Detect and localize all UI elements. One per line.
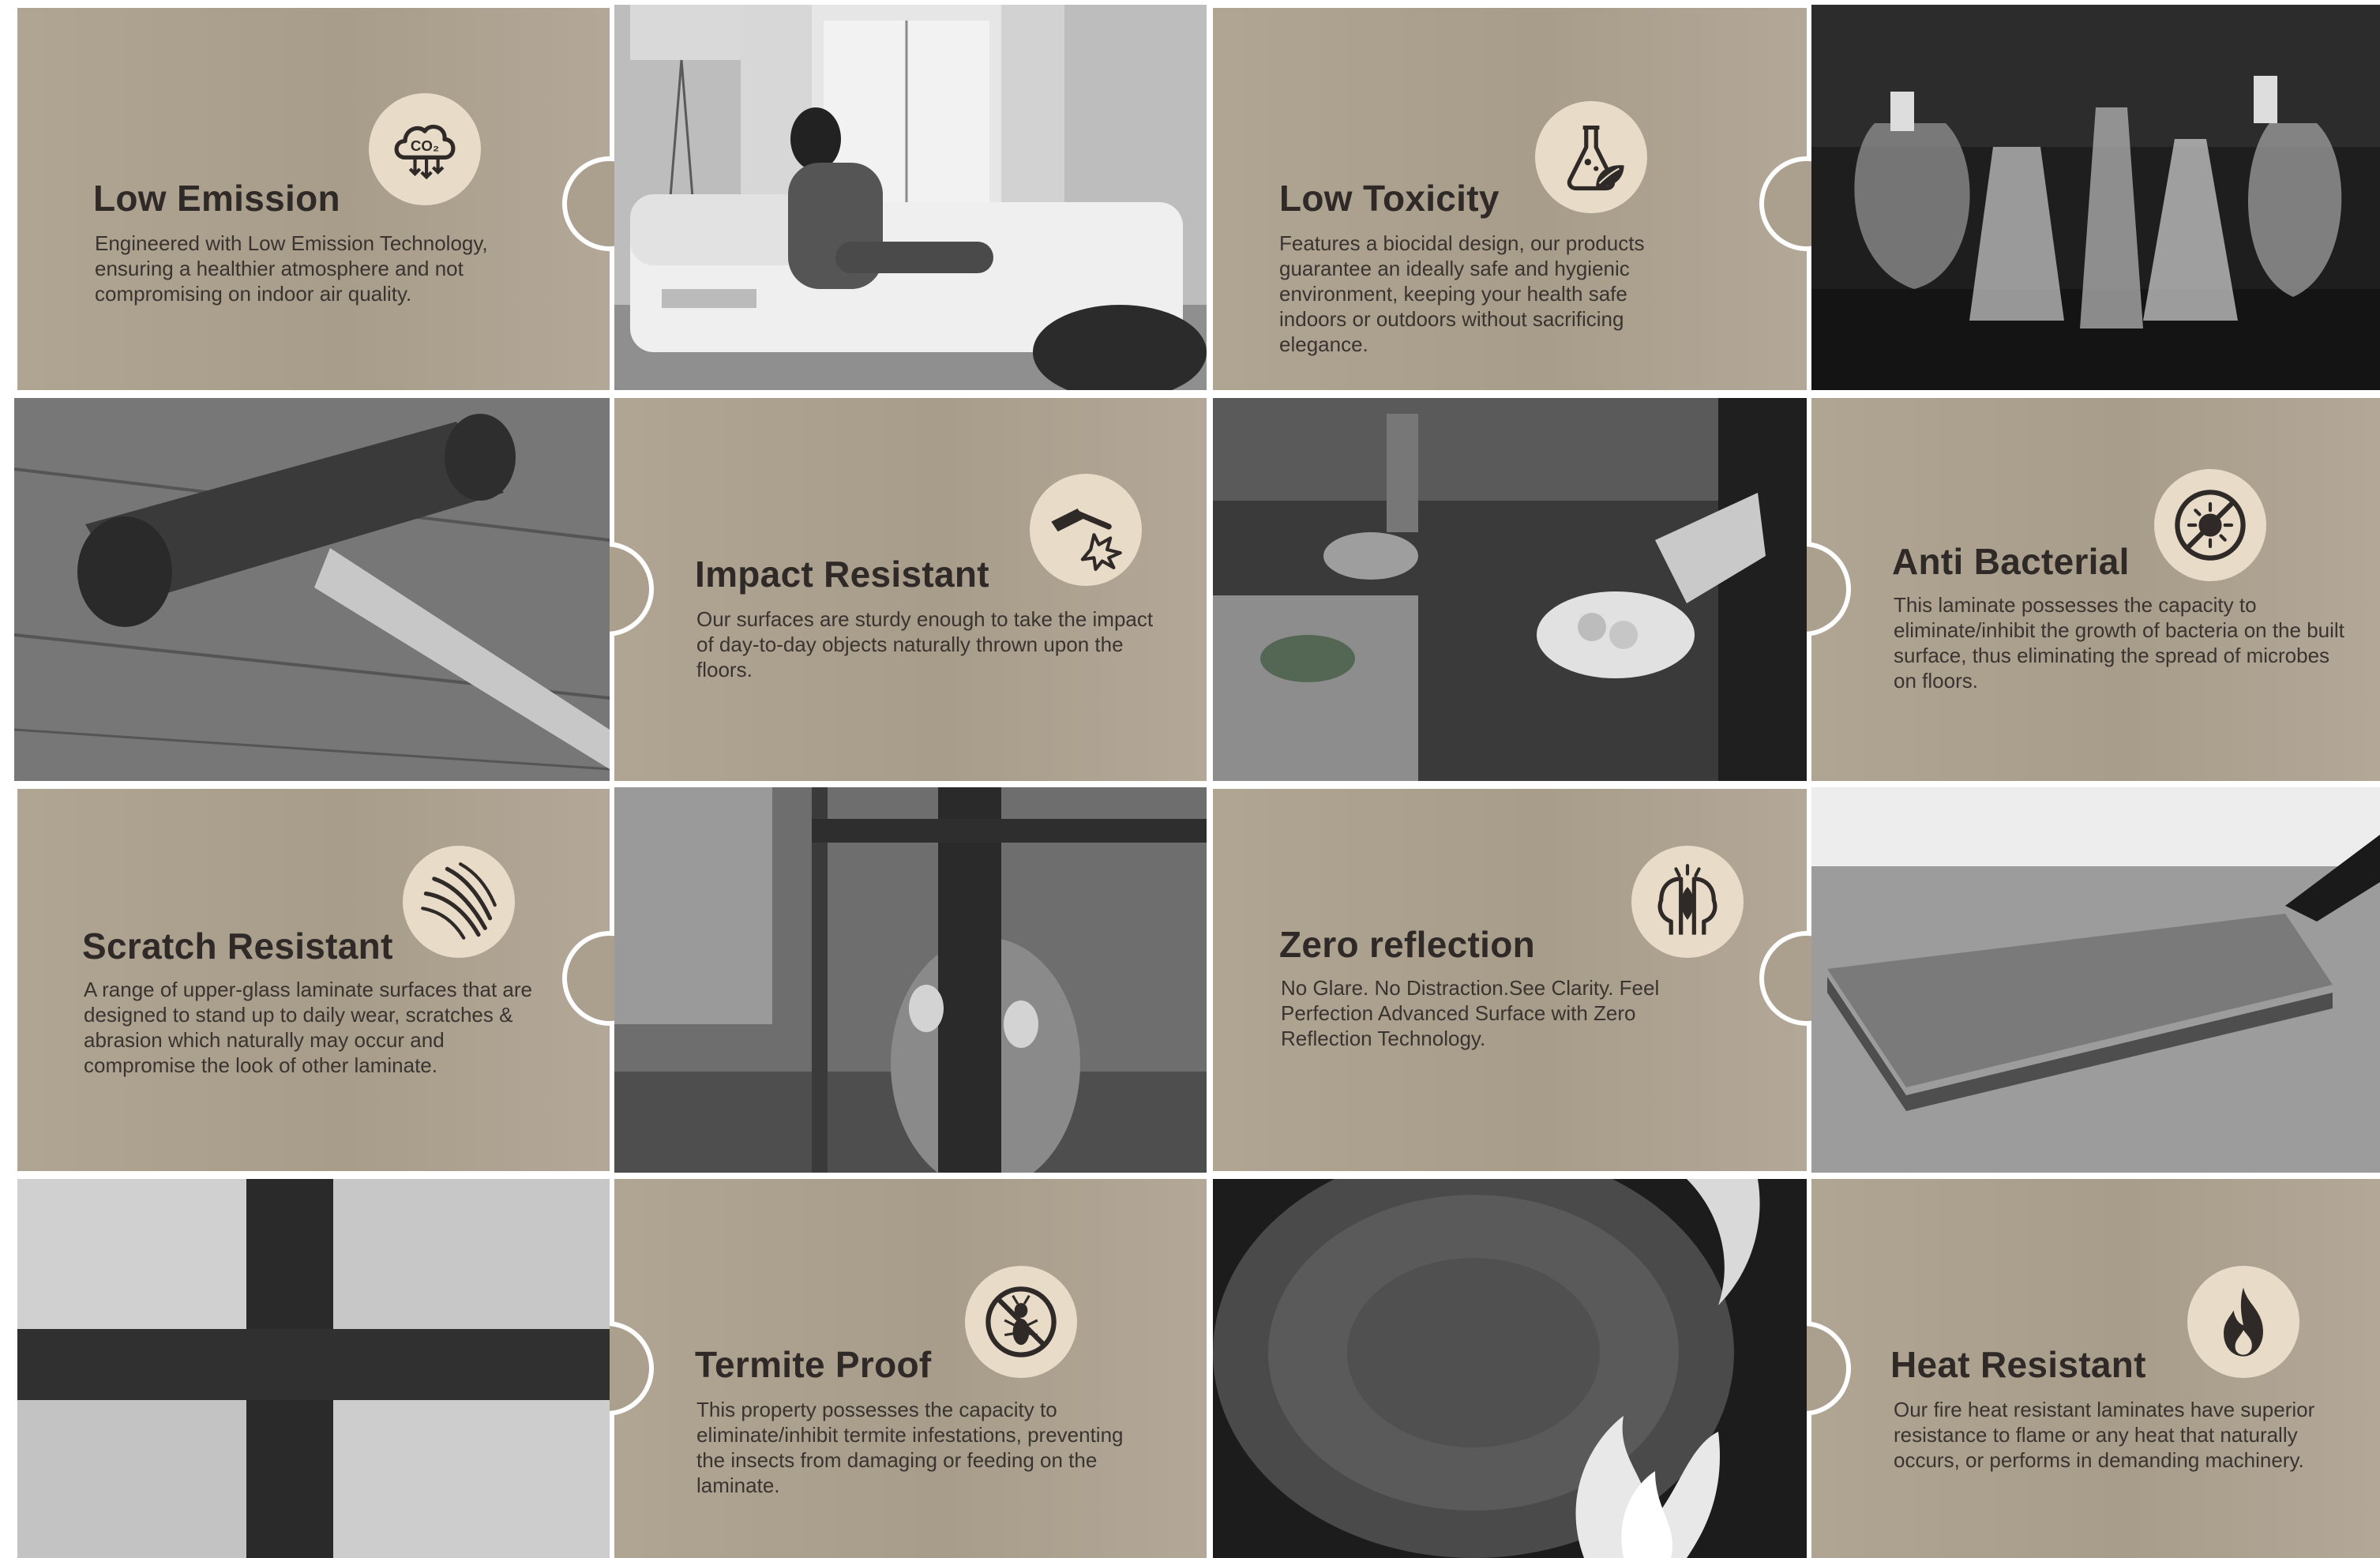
feature-title: Scratch Resistant [82,925,393,967]
cat-scratching-table-leg-image [614,787,1207,1173]
feature-description: Engineered with Low Emission Technology,… [95,231,488,306]
woman-on-sofa-image [614,5,1207,390]
feature-description: This property possesses the capacity to … [696,1398,1124,1497]
no-bacteria-icon [2154,469,2266,581]
feature-title: Anti Bacterial [1892,541,2130,582]
flame-icon-graphic [2224,1287,2263,1357]
feature-description: Features a biocidal design, our products… [1279,231,1645,356]
feature-title: Heat Resistant [1890,1344,2146,1385]
feature-panel-heat-resistant: Heat Resistant Our fire heat resistant l… [1756,1179,2380,1558]
cat-scratching-table-leg-photo [614,787,1207,1173]
mind-clarity-icon [1631,846,1744,958]
feature-title: Zero reflection [1279,924,1536,965]
no-bacteria-icon-graphic [2175,490,2246,561]
feature-grid: CO₂ Low Emission Engineered with Low Emi… [0,0,2380,1558]
feature-panel-low-emission: CO₂ Low Emission Engineered with Low Emi… [17,8,657,390]
termite-damaged-window-photo [17,1179,610,1558]
flask-leaf-icon-graphic [1567,125,1624,191]
feature-description: A range of upper-glass laminate surfaces… [84,978,532,1077]
flame-icon [2187,1266,2299,1378]
chef-plating-image [1213,398,1807,781]
co2-cloud-icon: CO₂ [369,93,481,205]
burning-log-image [1213,1179,1807,1558]
co2-label: CO₂ [411,137,439,154]
co2-cloud-icon-graphic: CO₂ [394,124,456,180]
feature-title: Low Emission [93,178,340,219]
feature-title: Impact Resistant [695,554,989,595]
claw-scratch-icon-graphic [421,862,497,940]
hammer-impact-icon [1030,474,1142,586]
feature-panel-low-toxicity: Low Toxicity Features a biocidal design,… [1213,8,1854,390]
laminate-planks-image [1811,787,2380,1173]
feature-panel-termite-proof: Termite Proof This property possesses th… [559,1179,1207,1558]
flask-leaf-icon [1535,101,1647,213]
feature-panel-impact-resistant: Impact Resistant Our surfaces are sturdy… [559,398,1207,781]
mind-clarity-icon-graphic [1657,864,1717,935]
chef-plating-photo [1213,398,1807,781]
feature-panel-scratch-resistant: Scratch Resistant A range of upper-glass… [17,789,657,1171]
feature-description: Our fire heat resistant laminates have s… [1894,1398,2315,1472]
woman-on-sofa-photo [614,5,1207,390]
feature-panel-zero-reflection: Zero reflection No Glare. No Distraction… [1213,789,1854,1171]
feature-description: This laminate possesses the capacity to … [1894,593,2344,693]
feature-description: Our surfaces are sturdy enough to take t… [696,607,1154,681]
hammer-on-floor-photo [14,398,610,781]
chemistry-flasks-photo [1811,5,2380,390]
no-termite-icon [965,1266,1077,1378]
burning-log-photo [1213,1179,1807,1558]
feature-description: No Glare. No Distraction.See Clarity. Fe… [1281,976,1660,1050]
hammer-impact-icon-graphic [1051,508,1122,571]
laminate-planks-photo [1811,787,2380,1173]
hammer-on-floor-image [14,398,610,781]
feature-title: Termite Proof [695,1344,932,1385]
termite-damaged-window-image [17,1179,610,1558]
chemistry-flasks-image [1811,5,2380,390]
feature-panel-anti-bacterial: Anti Bacterial This laminate possesses t… [1756,398,2380,781]
no-termite-icon-graphic [985,1286,1057,1357]
feature-title: Low Toxicity [1279,178,1500,219]
claw-scratch-icon [403,846,515,958]
